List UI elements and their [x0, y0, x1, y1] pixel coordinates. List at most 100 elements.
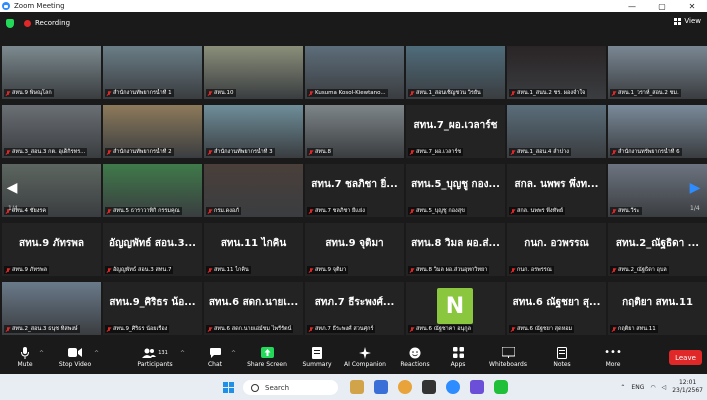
participant-name-label: กรม.ดงอภั: [206, 207, 241, 215]
participant-tile[interactable]: สทน.5_บุญชู กอง... สทน.5_บุญชู กองสุข: [406, 164, 505, 217]
stop-video-button[interactable]: Stop Video: [50, 346, 100, 368]
clock-time: 12:01: [678, 379, 697, 386]
participant-tile[interactable]: สทน.6 สดก.นายเ... สทน.6 สดก.นายเอ่ม์ชม ไพ…: [204, 282, 303, 335]
participant-tile[interactable]: สหน.1_สนน.2 ชร. ผองจำใจ: [507, 46, 606, 99]
participant-tile[interactable]: สกล. นพพร พึ่งท... สกล. นพพร พึ่งทัพย์: [507, 164, 606, 217]
participant-tile[interactable]: สำนักงานทัพยากรน้ำที่ 2: [103, 105, 202, 158]
participant-tile[interactable]: สหน.1_สอนเชิญชวน วิรยัน: [406, 46, 505, 99]
participant-name-text: สำนักงานทัพยากรน้ำที่ 2: [113, 149, 172, 155]
summary-label: Summary: [302, 361, 332, 368]
taskbar-app-icon[interactable]: [374, 380, 388, 394]
participant-name-text: สหน.1_สอนเชิญชวน วิรยัน: [416, 90, 481, 96]
participant-tile[interactable]: สทน.2_ณัฐธิดา ... สทน.2_ณัฐธิดา อุบล: [608, 223, 707, 276]
participant-name-label: Kusuma Kosol-Kiewtano...: [307, 89, 388, 97]
participant-name-label: สำนักงานทัพยากรน้ำที่ 3: [206, 148, 275, 156]
participant-tile[interactable]: สทน.1_สอน.4 ลำปาง: [507, 105, 606, 158]
participant-tile[interactable]: กรม.ดงอภั: [204, 164, 303, 217]
language-indicator[interactable]: ENG: [631, 384, 644, 391]
participant-tile[interactable]: สทน.11 ไกคิน สทน.11 ไกคิน: [204, 223, 303, 276]
participant-tile[interactable]: สทน.9 ภัทรพล สทน.9 ภัทรพล: [2, 223, 101, 276]
participant-tile[interactable]: N สทน.6 ณัฐชาคา อนุกูล: [406, 282, 505, 335]
participant-name-label: กนก. อรพรรณ: [509, 266, 554, 274]
participant-name-label: สทน.6 ณัฐชาคา อนุกูล: [408, 325, 473, 333]
shield-icon[interactable]: [6, 18, 14, 28]
participant-display-name: สทน.9_ศิริธร น้อ...: [109, 297, 196, 308]
participant-tile[interactable]: สทน.8 วิมล ผอ.ส่... สทน.8 วิมล ผอ.ส่วนอุท…: [406, 223, 505, 276]
notes-button[interactable]: Notes: [537, 346, 587, 368]
mute-options-chevron-icon[interactable]: ^: [39, 350, 44, 357]
participant-tile[interactable]: สำนักงานทัพยากรน้ำที่ 1: [103, 46, 202, 99]
participant-tile[interactable]: สทน.7 ชลภิชา ยิ่... สทน.7 ชลภิชา ยี่เเย่ง: [305, 164, 404, 217]
participant-tile[interactable]: สทน.2_สอน.3 ธนุช ทิสพงษ์: [2, 282, 101, 335]
video-gallery: สหน.9 พิษณุโลก สำนักงานทัพยากรน้ำที่ 1 สหน…: [0, 46, 707, 338]
participant-tile[interactable]: สหน.9 พิษณุโลก: [2, 46, 101, 99]
share-screen-button[interactable]: Share Screen: [242, 346, 292, 368]
participants-button[interactable]: 131 Participants: [130, 346, 180, 368]
participant-name-text: สทน.9_ศิริธร น้อยเรือง: [113, 326, 168, 332]
speaker-icon[interactable]: ◁: [662, 384, 667, 391]
participant-display-name: สทน.6 สดก.นายเ...: [208, 297, 299, 308]
participant-tile[interactable]: Kusuma Kosol-Kiewtano...: [305, 46, 404, 99]
participant-tile[interactable]: สทน.7_ผอ.เวลาร์ช สทน.7_ผอ.เวลาร์ช: [406, 105, 505, 158]
zoom-logo-icon: [2, 2, 10, 10]
participant-tile[interactable]: สำนักงานทัพยากรน้ำที่ 3: [204, 105, 303, 158]
participant-tile[interactable]: สทน.8: [305, 105, 404, 158]
participant-tile[interactable]: สหน.3_สอน.3 กต. อุเด็กิรทร...: [2, 105, 101, 158]
chat-options-chevron-icon[interactable]: ^: [231, 350, 236, 357]
close-button[interactable]: ✕: [677, 0, 707, 12]
participant-tile[interactable]: สทน.9_ศิริธร น้อ... สทน.9_ศิริธร น้อยเรือ…: [103, 282, 202, 335]
clock[interactable]: 12:01 23/1/2567: [672, 379, 703, 395]
ai-companion-button[interactable]: AI Companion: [340, 346, 390, 368]
minimize-button[interactable]: —: [617, 0, 647, 12]
zoom-taskbar-icon[interactable]: [446, 380, 460, 394]
taskbar-app-icon[interactable]: [470, 380, 484, 394]
muted-microphone-icon: [511, 208, 515, 214]
participant-name-label: สทน.วีระ: [610, 207, 642, 215]
participant-tile[interactable]: สทภ.7 ธีระพงศ์... สทภ.7 ธีระพงศ์ สวนศุกร์: [305, 282, 404, 335]
participant-tile[interactable]: สทน.5 ธาราวาทิกิ กรรมคุณ: [103, 164, 202, 217]
participants-options-chevron-icon[interactable]: ^: [180, 350, 185, 357]
participant-tile[interactable]: สำนักงานทรัพยากรน้ำที่ 6: [608, 105, 707, 158]
participant-tile[interactable]: สหน.10: [204, 46, 303, 99]
participant-name-text: สำนักงานทัพยากรน้ำที่ 3: [214, 149, 273, 155]
apps-button[interactable]: Apps: [433, 346, 483, 368]
participant-name-text: สกล. นพพร พึ่งทัพย์: [517, 208, 564, 214]
participant-tile[interactable]: สหน.1_วราห์_สอน.2 ชม.: [608, 46, 707, 99]
whiteboards-button[interactable]: Whiteboards: [483, 346, 533, 368]
view-button[interactable]: View: [674, 17, 701, 25]
summary-document-icon: [312, 346, 322, 359]
participant-tile[interactable]: กนก. อวพรรณ กนก. อรพรรณ: [507, 223, 606, 276]
recording-label[interactable]: Recording: [35, 19, 70, 27]
page-indicator-left: 1/4: [8, 205, 18, 212]
maximize-button[interactable]: ▢: [647, 0, 677, 12]
leave-button[interactable]: Leave: [669, 350, 702, 365]
muted-microphone-icon: [511, 149, 515, 155]
wifi-icon[interactable]: ◠: [650, 384, 655, 391]
next-page-icon[interactable]: ▶: [689, 180, 701, 196]
view-label: View: [684, 17, 701, 25]
taskbar-app-icon[interactable]: [350, 380, 364, 394]
more-button[interactable]: ••• More: [588, 346, 638, 368]
participant-name-label: สทน.8 วิมล ผอ.ส่วนอุทกวิทยา: [408, 266, 490, 274]
muted-microphone-icon: [6, 149, 10, 155]
participant-tile[interactable]: สทน.9 จุติมา สทน.9 จุติมา: [305, 223, 404, 276]
windows-start-icon[interactable]: [223, 382, 234, 393]
chevron-up-icon[interactable]: ⌃: [620, 384, 625, 391]
more-dots-icon: •••: [604, 347, 622, 358]
taskbar-search-box[interactable]: Search: [243, 380, 338, 395]
prev-page-icon[interactable]: ◀: [6, 180, 18, 196]
line-icon[interactable]: [494, 380, 508, 394]
meeting-toolbar: Mute ^ Stop Video ^ 131 Participants ^ C…: [0, 344, 707, 372]
summary-button[interactable]: Summary: [292, 346, 342, 368]
participant-name-label: สทน.7 ชลภิชา ยี่เเย่ง: [307, 207, 367, 215]
clock-date: 23/1/2567: [672, 387, 703, 394]
participant-tile[interactable]: กฤติยา สทน.11 กฤติยา สทน.11: [608, 282, 707, 335]
chrome-icon[interactable]: [398, 380, 412, 394]
taskbar-app-icon[interactable]: [422, 380, 436, 394]
video-options-chevron-icon[interactable]: ^: [94, 350, 99, 357]
participant-tile[interactable]: อัญญพัทธ์ สอน.3... อัญญพัทธ์ สอน.3 สทน.7: [103, 223, 202, 276]
participant-name-text: สทน.9 จุติมา: [315, 267, 347, 273]
muted-microphone-icon: [410, 326, 414, 332]
participant-tile[interactable]: สทน.6 ณัฐชยา สุ... สทน.6 ณัฐชยา สุดหอม: [507, 282, 606, 335]
participant-name-label: สำนักงานทรัพยากรน้ำที่ 6: [610, 148, 682, 156]
